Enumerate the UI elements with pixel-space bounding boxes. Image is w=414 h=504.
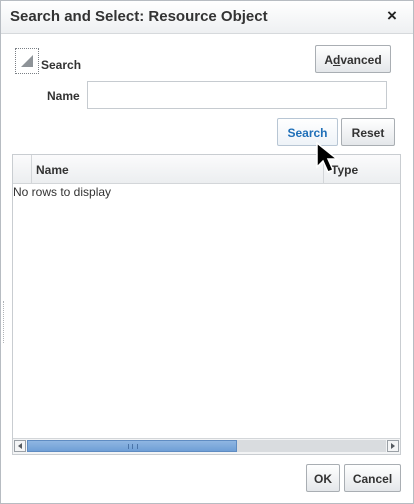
advanced-button[interactable]: Advanced [315, 45, 391, 73]
scroll-right-arrow-icon [391, 443, 395, 449]
horizontal-scrollbar[interactable] [13, 438, 400, 454]
dialog-title: Search and Select: Resource Object [10, 8, 268, 25]
advanced-label-prefix: A [324, 53, 333, 67]
results-table: Name Type No rows to display [12, 154, 401, 455]
row-selector-header[interactable] [13, 155, 32, 183]
resize-marker [1, 301, 4, 343]
close-icon[interactable]: × [383, 6, 401, 26]
dialog-titlebar[interactable]: Search and Select: Resource Object × [1, 1, 413, 34]
cancel-button[interactable]: Cancel [344, 464, 401, 492]
search-section-label: Search [41, 58, 82, 72]
empty-table-message: No rows to display [13, 185, 112, 199]
name-field-label: Name [47, 89, 80, 103]
search-button[interactable]: Search [277, 118, 338, 146]
column-divider[interactable] [323, 155, 324, 183]
name-input[interactable] [87, 81, 387, 109]
reset-button[interactable]: Reset [341, 118, 395, 146]
column-header-type[interactable]: Type [331, 163, 358, 177]
ok-button[interactable]: OK [306, 464, 340, 492]
scroll-right-button[interactable] [387, 440, 399, 452]
search-select-dialog: Search and Select: Resource Object × Sea… [0, 0, 414, 504]
column-header-name[interactable]: Name [36, 163, 69, 177]
scroll-left-button[interactable] [14, 440, 26, 452]
table-header: Name Type [13, 155, 400, 184]
scroll-left-arrow-icon [18, 443, 22, 449]
scroll-thumb-grip [128, 444, 138, 449]
disclosure-triangle-icon [21, 55, 33, 67]
advanced-label-suffix: vanced [340, 53, 382, 67]
search-disclosure-toggle[interactable] [15, 48, 39, 74]
scroll-track[interactable] [27, 440, 386, 452]
scroll-thumb[interactable] [27, 440, 237, 452]
